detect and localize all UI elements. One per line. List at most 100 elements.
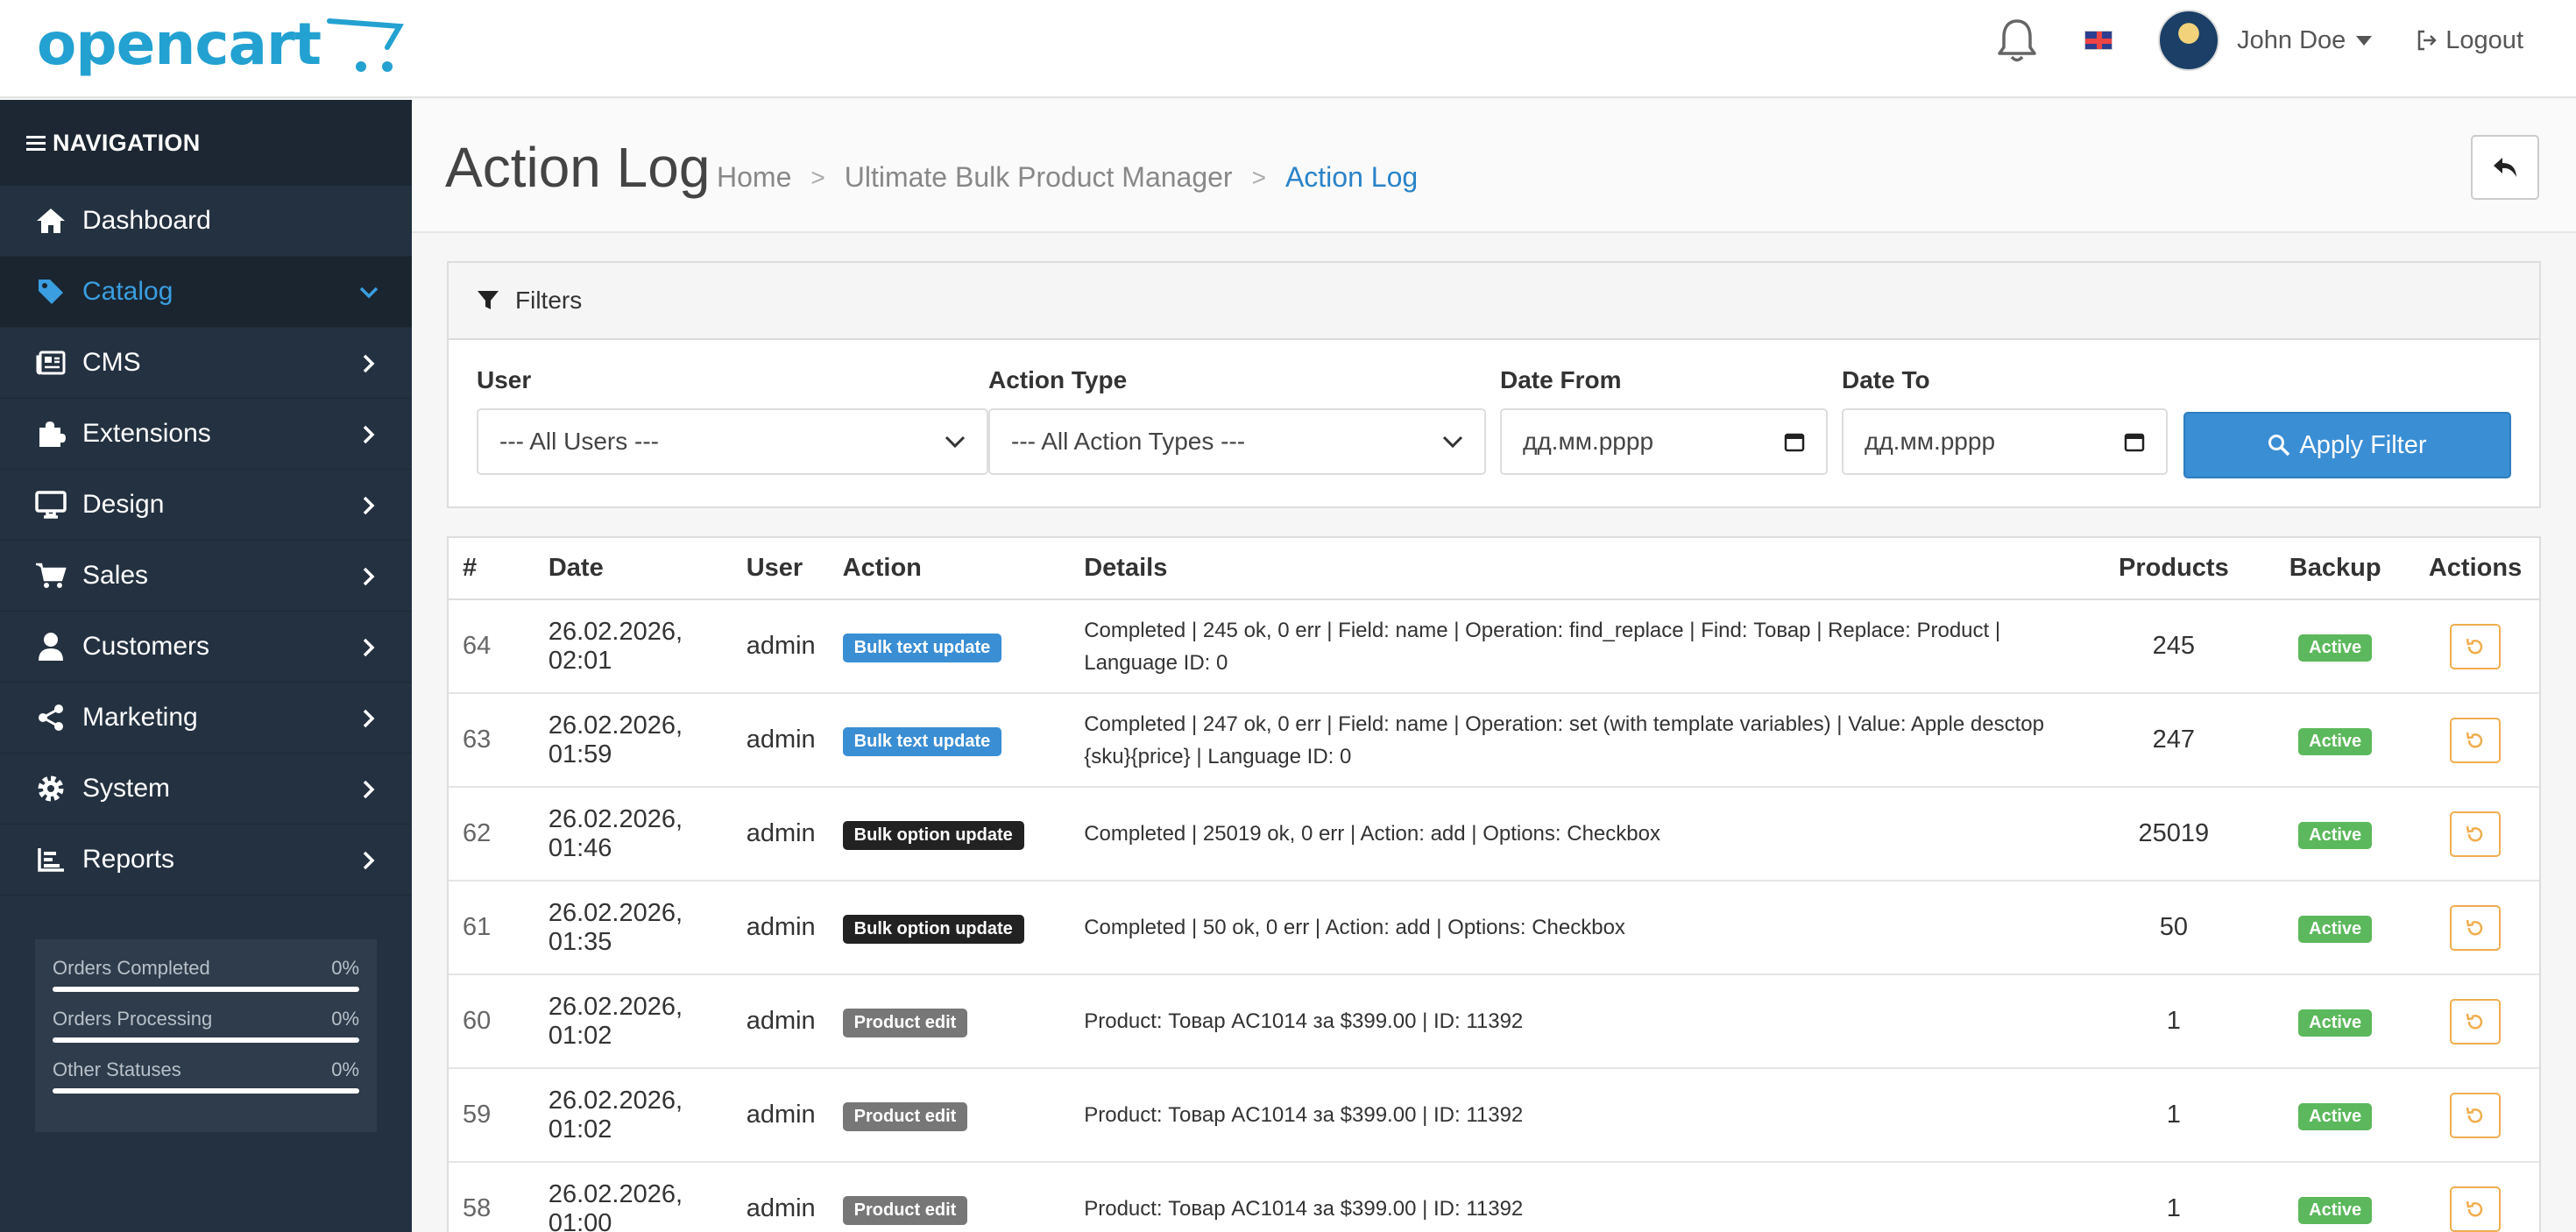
date-from-filter-group: Date From дд.мм.рррр: [1500, 366, 1828, 475]
row-date-time: 01:02: [548, 1021, 612, 1050]
action-type-select[interactable]: --- All Action Types ---: [988, 408, 1486, 475]
restore-button[interactable]: [2450, 1186, 2502, 1232]
opencart-logo[interactable]: opencart: [37, 12, 407, 74]
navigation-heading-label: NAVIGATION: [53, 129, 201, 156]
restore-button[interactable]: [2450, 811, 2502, 857]
restore-button[interactable]: [2450, 1092, 2502, 1138]
navigation-heading[interactable]: NAVIGATION: [0, 100, 412, 186]
restore-button[interactable]: [2450, 717, 2502, 763]
stat-progress-bar: [53, 1088, 359, 1094]
row-backup: Active: [2259, 1068, 2412, 1163]
row-backup: Active: [2259, 693, 2412, 788]
row-date-day: 26.02.2026,: [548, 898, 683, 927]
sidebar-item-system[interactable]: System: [0, 754, 412, 825]
row-action: Bulk option update: [828, 787, 1071, 882]
sidebar-item-sales[interactable]: Sales: [0, 541, 412, 612]
column-header-id[interactable]: #: [449, 538, 534, 600]
bar-chart-icon: [33, 842, 68, 877]
restore-button[interactable]: [2450, 998, 2502, 1044]
row-date-time: 01:35: [548, 927, 612, 956]
sidebar-item-cms[interactable]: CMS: [0, 328, 412, 399]
sidebar-item-label: Dashboard: [82, 206, 211, 235]
action-badge: Product edit: [842, 1195, 968, 1225]
undo-icon: [2466, 1013, 2483, 1029]
date-to-input[interactable]: дд.мм.рррр: [1842, 408, 2168, 475]
row-date: 26.02.2026, 01:02: [534, 1068, 732, 1163]
stat-value: 0%: [331, 1008, 359, 1030]
stat-other-statuses: Other Statuses 0%: [53, 1059, 359, 1094]
puzzle-icon: [33, 416, 68, 451]
row-backup: Active: [2259, 787, 2412, 882]
sidebar-item-label: Extensions: [82, 419, 211, 448]
sidebar-item-label: Catalog: [82, 277, 173, 306]
sidebar-item-extensions[interactable]: Extensions: [0, 399, 412, 470]
chevron-right-icon: [363, 709, 375, 728]
row-date: 26.02.2026, 01:00: [534, 1162, 732, 1232]
sidebar-item-design[interactable]: Design: [0, 470, 412, 541]
row-action: Bulk text update: [828, 599, 1071, 694]
sidebar-item-dashboard[interactable]: Dashboard: [0, 186, 412, 257]
apply-filter-button[interactable]: Apply Filter: [2183, 412, 2511, 478]
breadcrumb-home[interactable]: Home: [717, 161, 791, 194]
page-title: Action Log: [445, 136, 711, 199]
filters-heading: Filters: [449, 263, 2539, 340]
sidebar-item-label: System: [82, 774, 171, 803]
notification-bell-icon[interactable]: [1995, 16, 2039, 65]
back-button[interactable]: [2471, 135, 2539, 200]
row-details: Completed | 247 ok, 0 err | Field: name …: [1070, 693, 2089, 788]
row-user: admin: [732, 787, 829, 882]
column-header-date[interactable]: Date: [534, 538, 732, 600]
column-header-user[interactable]: User: [732, 538, 829, 600]
user-select[interactable]: --- All Users ---: [477, 408, 988, 475]
breadcrumb-module[interactable]: Ultimate Bulk Product Manager: [845, 161, 1233, 194]
home-icon: [33, 203, 68, 238]
sidebar-item-label: Reports: [82, 845, 175, 874]
main-content: Action Log Home > Ultimate Bulk Product …: [412, 100, 2576, 1232]
stat-orders-completed: Orders Completed 0%: [53, 957, 359, 992]
row-action: Product edit: [828, 1068, 1071, 1163]
column-header-action[interactable]: Action: [828, 538, 1071, 600]
logout-link[interactable]: Logout: [2416, 26, 2523, 55]
row-details: Product: Товар AC1014 за $399.00 | ID: 1…: [1070, 1068, 2089, 1163]
chevron-down-icon[interactable]: [2356, 35, 2373, 46]
breadcrumb-current[interactable]: Action Log: [1285, 161, 1418, 194]
avatar[interactable]: [2158, 10, 2220, 71]
restore-button[interactable]: [2450, 623, 2502, 669]
row-actions: [2411, 599, 2539, 694]
row-products: 25019: [2088, 787, 2260, 882]
language-flag-icon[interactable]: [2084, 31, 2113, 50]
date-from-input[interactable]: дд.мм.рррр: [1500, 408, 1828, 475]
sidebar-item-reports[interactable]: Reports: [0, 825, 412, 896]
reply-icon: [2494, 158, 2516, 177]
chevron-right-icon: [363, 851, 375, 870]
row-date-day: 26.02.2026,: [548, 1086, 683, 1115]
restore-button[interactable]: [2450, 904, 2502, 951]
row-action: Product edit: [828, 974, 1071, 1069]
search-icon: [2268, 435, 2290, 457]
sidebar-item-marketing[interactable]: Marketing: [0, 683, 412, 754]
row-backup: Active: [2259, 881, 2412, 975]
sidebar-item-catalog[interactable]: Catalog: [0, 257, 412, 328]
row-products: 50: [2088, 881, 2260, 975]
filter-icon: [478, 291, 499, 309]
user-name[interactable]: John Doe: [2237, 26, 2346, 55]
date-to-label: Date To: [1842, 366, 1930, 393]
row-products: 1: [2088, 1162, 2260, 1232]
table-header-row: # Date User Action Details Products Back…: [449, 538, 2539, 600]
user-select-value: --- All Users ---: [499, 428, 659, 455]
row-actions: [2411, 1162, 2539, 1232]
row-products: 1: [2088, 1068, 2260, 1163]
row-user: admin: [732, 599, 829, 694]
action-badge: Bulk text update: [842, 726, 1002, 756]
row-products: 1: [2088, 974, 2260, 1069]
chevron-down-icon: [1442, 435, 1463, 449]
desktop-icon: [33, 487, 68, 522]
row-id: 64: [449, 599, 534, 694]
calendar-icon[interactable]: [2124, 431, 2145, 452]
sidebar-item-label: Customers: [82, 632, 210, 661]
tag-icon: [33, 274, 68, 309]
column-header-products[interactable]: Products: [2088, 538, 2260, 600]
row-date-time: 01:46: [548, 833, 612, 862]
sidebar-item-customers[interactable]: Customers: [0, 612, 412, 683]
calendar-icon[interactable]: [1784, 431, 1805, 452]
